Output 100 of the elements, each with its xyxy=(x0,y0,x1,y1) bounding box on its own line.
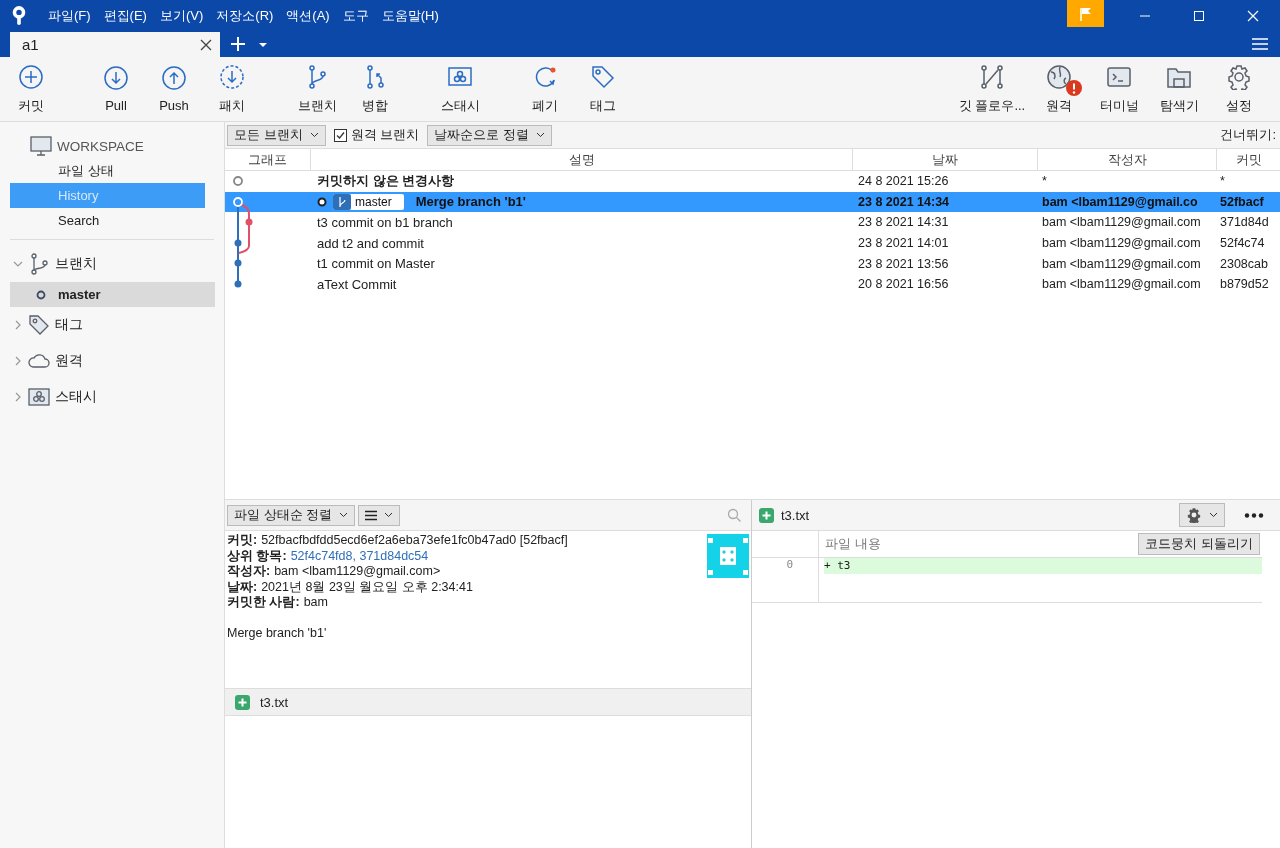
commit-message: add t2 and commit xyxy=(317,235,424,251)
menu-item[interactable]: 저장소(R) xyxy=(216,7,274,25)
author-cell-text: bam <lbam1129@gmail.com xyxy=(1041,236,1202,251)
field-label: 상위 항목: xyxy=(227,548,287,563)
menu-item[interactable]: 보기(V) xyxy=(159,7,204,25)
toolbar-button[interactable]: 설정 xyxy=(1210,63,1268,115)
pull-icon xyxy=(103,65,129,91)
branch-filter-dropdown[interactable]: 모든 브랜치 xyxy=(227,124,326,146)
toolbar-label: 터미널 xyxy=(1099,96,1139,115)
menu-icon[interactable] xyxy=(1252,37,1268,51)
branch-icon xyxy=(333,193,351,210)
repository-tab[interactable]: a1 xyxy=(10,32,220,57)
toolbar-button[interactable]: Pull xyxy=(87,65,145,113)
menu-item[interactable]: 편집(E) xyxy=(103,7,147,25)
toolbar-button[interactable]: 스태시 xyxy=(431,63,489,115)
date-cell-text: 24 8 2021 15:26 xyxy=(857,174,950,189)
tag-icon xyxy=(28,314,50,336)
toolbar-button[interactable]: 깃 플로우... xyxy=(956,63,1028,115)
field-label: 날짜: xyxy=(227,579,258,594)
commit-row[interactable]: t1 commit on Master 23 8 2021 13:56 bam <lbam1129@gmail.com 2308cab xyxy=(225,253,1280,274)
section-label[interactable]: 태그 xyxy=(55,316,83,334)
file-name: t3.txt xyxy=(781,507,810,523)
commit-row[interactable]: 커밋하지 않은 변경사항 24 8 2021 15:26 * * xyxy=(225,171,1280,192)
column-header[interactable]: 커밋 xyxy=(1217,149,1280,170)
app-logo-icon xyxy=(10,5,28,27)
commit-message: 커밋하지 않은 변경사항 xyxy=(317,172,455,191)
sidebar-item[interactable]: 파일 상태 xyxy=(10,158,205,183)
hash-cell-text: * xyxy=(1219,174,1226,189)
column-header[interactable]: 작성자 xyxy=(1038,149,1217,170)
field-value: 2021년 8월 23일 월요일 오후 2:34:41 xyxy=(261,579,473,594)
branch-tag-text: master xyxy=(355,194,392,209)
toolbar-button[interactable]: Push xyxy=(145,65,203,113)
menu-item[interactable]: 액션(A) xyxy=(286,7,330,25)
toolbar-label: 스태시 xyxy=(440,96,480,115)
field-label: 커밋: xyxy=(227,533,258,547)
view-mode-dropdown[interactable] xyxy=(358,504,401,526)
toolbar-button[interactable]: 커밋 xyxy=(2,63,60,115)
field-value: bam <lbam1129@gmail.com> xyxy=(274,564,441,578)
caret-icon[interactable] xyxy=(258,42,268,48)
chevron-icon[interactable] xyxy=(13,392,23,402)
commit-row[interactable]: master Merge branch 'b1' 23 8 2021 14:34 bam <lbam1129@gmail.co 52fbacf xyxy=(225,191,1280,213)
line-number: 0 xyxy=(752,558,819,574)
column-header[interactable]: 그래프 xyxy=(225,149,311,170)
add-tab-icon[interactable] xyxy=(230,36,246,52)
chevron-icon[interactable] xyxy=(13,320,23,330)
settings-dropdown[interactable] xyxy=(1179,503,1225,527)
settings-icon xyxy=(1226,63,1252,90)
column-header[interactable]: 설명 xyxy=(311,149,853,170)
tag-icon xyxy=(590,63,616,90)
column-header[interactable]: 날짜 xyxy=(853,149,1038,170)
chevron-icon xyxy=(309,132,319,138)
toolbar-button[interactable]: 태그 xyxy=(574,63,632,115)
commit-message: Merge branch 'b1' xyxy=(415,194,526,210)
skip-label: 건너뛰기: xyxy=(1220,126,1276,144)
file-sort-dropdown[interactable]: 파일 상태순 정렬 xyxy=(227,504,356,526)
sort-dropdown[interactable]: 날짜순으로 정렬 xyxy=(427,124,552,146)
commit-row[interactable]: add t2 and commit 23 8 2021 14:01 bam <lbam1129@gmail.com 52f4c74 xyxy=(225,232,1280,254)
section-label[interactable]: 브랜치 xyxy=(55,255,97,273)
branch-node-icon xyxy=(36,289,46,300)
toolbar-button[interactable]: 터미널 xyxy=(1090,63,1148,115)
stash-icon xyxy=(28,386,50,408)
chevron-icon[interactable] xyxy=(13,356,23,366)
file-list-item[interactable]: t3.txt xyxy=(225,689,751,716)
toolbar-button[interactable]: 병합 xyxy=(346,63,404,115)
parent-commit-links[interactable]: 52f4c74fd8, 371d84dc54 xyxy=(290,548,429,563)
toolbar-label: 태그 xyxy=(590,96,616,115)
hash-cell-text: b879d52 xyxy=(1219,277,1270,292)
push-icon xyxy=(161,65,187,91)
author-cell-text: bam <lbam1129@gmail.com xyxy=(1041,277,1202,292)
menu-item[interactable]: 도움말(H) xyxy=(381,7,439,25)
section-label[interactable]: 스태시 xyxy=(55,388,97,406)
identicon-avatar-icon xyxy=(707,534,749,578)
chevron-icon xyxy=(339,512,349,518)
chevron-icon[interactable] xyxy=(13,259,23,269)
toolbar-label: 커밋 xyxy=(18,96,44,115)
toolbar-label: 패치 xyxy=(219,96,245,115)
sidebar-item[interactable]: Search xyxy=(10,208,205,233)
toolbar-button[interactable]: 원격 xyxy=(1030,63,1088,115)
toolbar-button[interactable]: 패치 xyxy=(203,63,261,115)
commit-row[interactable]: aText Commit 20 8 2021 16:56 bam <lbam1129@gmail.com b879d52 xyxy=(225,273,1280,295)
revert-hunk-button[interactable]: 코드뭉치 되돌리기 xyxy=(1138,533,1260,555)
toolbar-button[interactable]: 브랜치 xyxy=(288,63,346,115)
branch-item[interactable]: master xyxy=(10,282,215,307)
section-label[interactable]: 원격 xyxy=(55,352,83,370)
menu-item[interactable]: 도구 xyxy=(342,7,369,25)
monitor-icon xyxy=(30,136,52,156)
tab-label: a1 xyxy=(22,36,39,53)
author-cell-text: bam <lbam1129@gmail.com xyxy=(1041,215,1202,230)
file-name: t3.txt xyxy=(260,694,289,710)
toolbar-label: Push xyxy=(159,98,189,113)
more-options-icon[interactable] xyxy=(1244,512,1264,518)
menu-item[interactable]: 파일(F) xyxy=(48,7,91,25)
remote-branch-checkbox[interactable]: 원격 브랜치 xyxy=(333,126,420,144)
commit-row[interactable]: t3 commit on b1 branch 23 8 2021 14:31 bam <lbam1129@gmail.com 371d84d xyxy=(225,212,1280,233)
toolbar-button[interactable]: 폐기 xyxy=(516,63,574,115)
hash-cell-text: 2308cab xyxy=(1219,256,1269,271)
close-icon[interactable] xyxy=(200,38,212,51)
date-cell-text: 23 8 2021 14:31 xyxy=(857,215,950,230)
toolbar-button[interactable]: 탐색기 xyxy=(1150,63,1208,115)
git-flow-icon xyxy=(979,63,1005,90)
